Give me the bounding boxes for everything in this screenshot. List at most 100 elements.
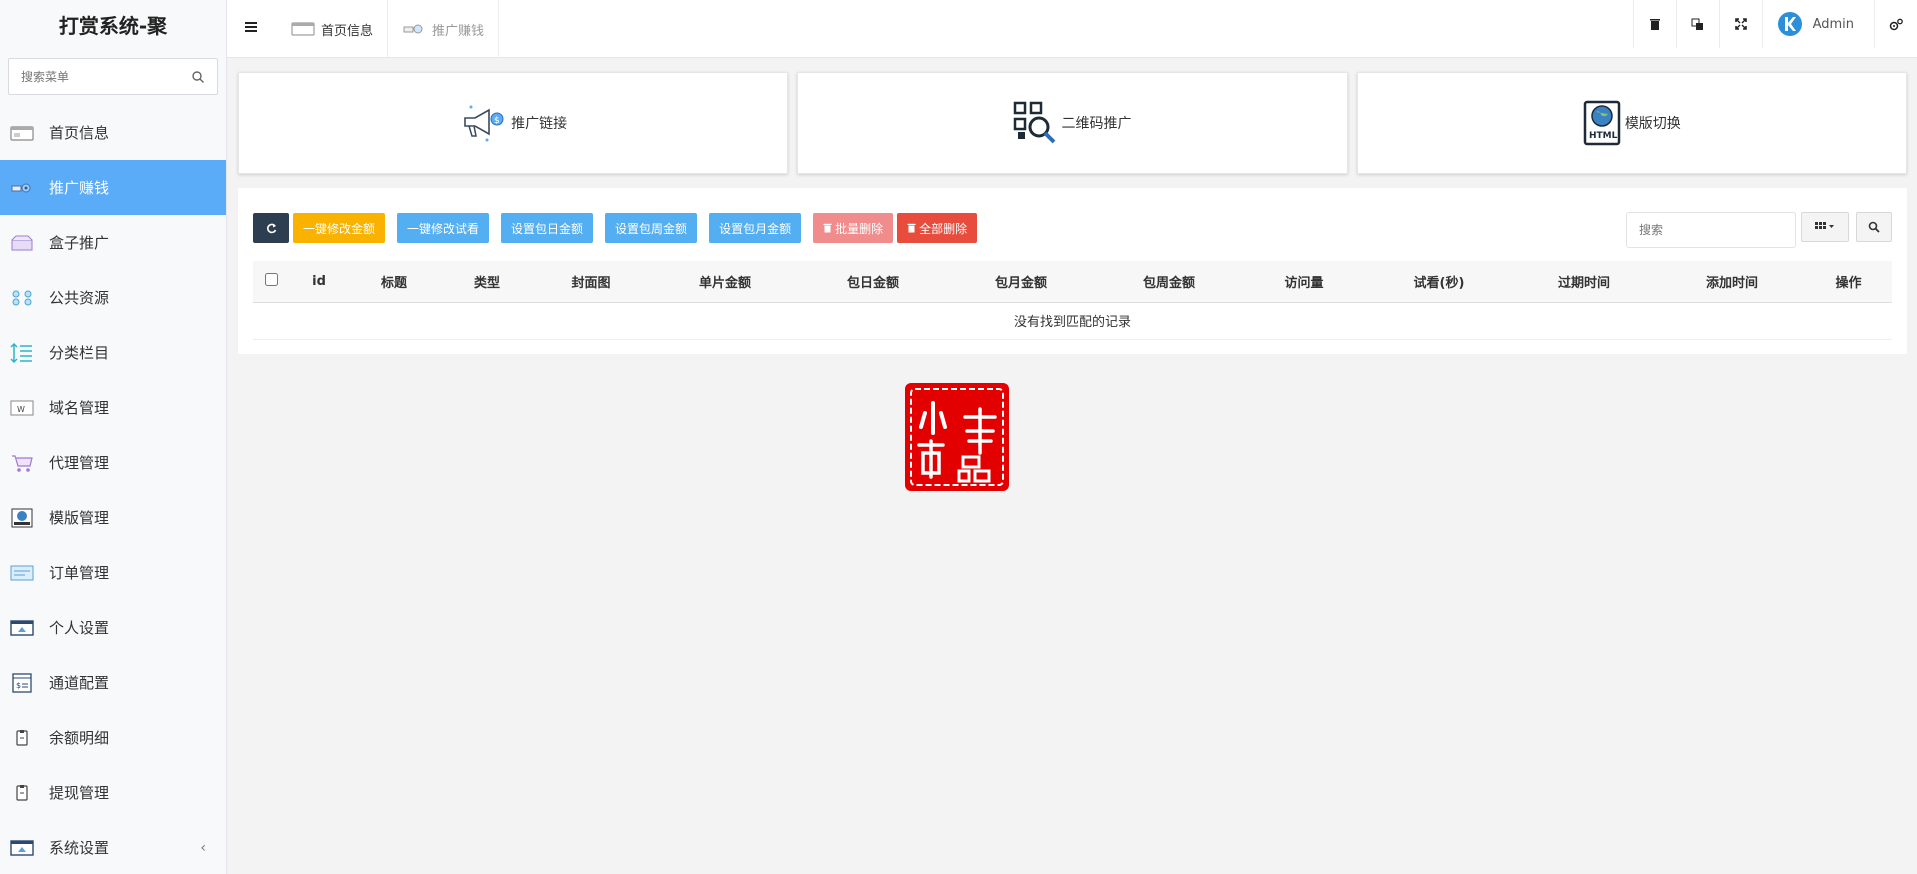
promo-icon [403, 24, 423, 34]
delete-all-button[interactable]: 全部删除 [897, 213, 978, 243]
box-icon [10, 233, 34, 253]
select-all-checkbox[interactable] [264, 272, 278, 286]
trash-icon [823, 223, 832, 233]
card-label: 模版切换 [1624, 116, 1681, 132]
refresh-button[interactable] [253, 213, 289, 243]
sidebar-item-channel[interactable]: $ 通道配置 [0, 655, 226, 710]
card-label: 二维码推广 [1061, 116, 1132, 132]
tab-label: 首页信息 [321, 23, 374, 39]
set-daily-amount-button[interactable]: 设置包日金额 [501, 213, 594, 243]
sidebar-item-agent[interactable]: 代理管理 [0, 435, 226, 490]
user-menu[interactable]: Admin [1761, 0, 1874, 48]
sidebar-item-resource[interactable]: 公共资源 [0, 270, 226, 325]
edit-amount-button[interactable]: 一键修改金额 [293, 213, 386, 243]
sidebar-item-label: 推广赚钱 [49, 179, 110, 197]
fullscreen-button[interactable] [1718, 0, 1762, 48]
profile-icon [10, 618, 34, 638]
card-template-switch[interactable]: HTML 模版切换 [1356, 72, 1907, 174]
sidebar-item-label: 余额明细 [49, 729, 110, 747]
sidebar-item-label: 首页信息 [49, 124, 110, 142]
column-header[interactable]: 添加时间 [1659, 261, 1805, 303]
trash-icon [907, 223, 916, 233]
clear-cache-button[interactable] [1632, 0, 1676, 48]
sidebar-item-box[interactable]: 盒子推广 [0, 215, 226, 270]
empty-message: 没有找到匹配的记录 [253, 302, 1892, 340]
promo-icon [10, 178, 34, 198]
menu-search[interactable] [8, 58, 218, 95]
column-header[interactable]: id [289, 261, 349, 303]
column-header[interactable]: 类型 [439, 261, 535, 303]
tab-label: 推广赚钱 [432, 23, 485, 39]
sidebar-item-label: 代理管理 [49, 454, 110, 472]
sort-icon [10, 342, 34, 363]
column-header[interactable]: 包周金额 [1099, 261, 1239, 303]
sidebar-item-balance[interactable]: 余额明细 [0, 710, 226, 765]
set-weekly-amount-button[interactable]: 设置包周金额 [605, 213, 698, 243]
column-header[interactable]: 单片金额 [647, 261, 803, 303]
search-icon[interactable] [191, 70, 205, 84]
column-header[interactable]: 包月金额 [943, 261, 1099, 303]
batch-delete-button[interactable]: 批量删除 [813, 213, 894, 243]
hamburger-menu-icon[interactable] [243, 19, 259, 35]
set-monthly-amount-button[interactable]: 设置包月金额 [709, 213, 802, 243]
edit-trial-button[interactable]: 一键修改试看 [397, 213, 490, 243]
column-header[interactable]: 包日金额 [803, 261, 943, 303]
column-header[interactable]: 试看(秒) [1369, 261, 1509, 303]
order-icon [10, 563, 34, 583]
skin-settings-button[interactable] [1874, 0, 1917, 48]
admin-name: Admin [1812, 16, 1854, 32]
data-table: id 标题 类型 封面图 单片金额 包日金额 包月金额 包周金额 访问量 试看(… [253, 261, 1892, 340]
column-header[interactable]: 过期时间 [1509, 261, 1659, 303]
chevron-left-icon[interactable]: ‹ [200, 840, 206, 856]
sidebar-item-order[interactable]: 订单管理 [0, 545, 226, 600]
sidebar-item-label: 通道配置 [49, 674, 110, 692]
topbar-actions: Admin [1632, 0, 1917, 48]
page-tabs: 首页信息 推广赚钱 [277, 0, 500, 58]
sidebar-item-label: 盒子推广 [49, 234, 110, 252]
grid-icon [1815, 222, 1834, 229]
menu-search-input[interactable] [21, 69, 191, 84]
sidebar-menu: 首页信息 推广赚钱 盒子推广 公共资源 分类栏目 W 域名管理 代理管理 模版管 [0, 105, 226, 874]
template-icon [10, 508, 34, 528]
svg-text:$: $ [494, 116, 500, 126]
tab-promote[interactable]: 推广赚钱 [388, 0, 500, 58]
brand-title: 打赏系统-聚 [58, 13, 168, 38]
balance-icon [10, 728, 34, 748]
settings-icon [10, 838, 34, 858]
language-button[interactable] [1675, 0, 1719, 48]
trash-icon [1649, 18, 1660, 30]
sidebar-item-profile[interactable]: 个人设置 [0, 600, 226, 655]
megaphone-icon: $ [464, 105, 504, 142]
sidebar-item-label: 分类栏目 [49, 344, 110, 362]
table-search-input[interactable] [1626, 212, 1796, 248]
channel-icon: $ [10, 672, 34, 693]
card-promo-link[interactable]: $ 推广链接 [238, 72, 789, 174]
sidebar-item-category[interactable]: 分类栏目 [0, 325, 226, 380]
column-header[interactable]: 封面图 [535, 261, 647, 303]
sidebar-item-label: 域名管理 [49, 399, 110, 417]
quick-cards: $ 推广链接 二维码推广 HTML 模版切换 [238, 72, 1907, 174]
card-qrcode[interactable]: 二维码推广 [797, 72, 1348, 174]
sidebar-item-template[interactable]: 模版管理 [0, 490, 226, 545]
select-all-cell [253, 261, 289, 303]
column-header[interactable]: 操作 [1805, 261, 1892, 303]
sidebar-item-label: 个人设置 [49, 619, 110, 637]
button-label: 批量删除 [835, 221, 884, 236]
sidebar-item-promote[interactable]: 推广赚钱 [0, 160, 226, 215]
sidebar-item-home[interactable]: 首页信息 [0, 105, 226, 160]
column-header[interactable]: 访问量 [1239, 261, 1369, 303]
sidebar-item-settings[interactable]: 系统设置 ‹ [0, 820, 226, 874]
sidebar-item-domain[interactable]: W 域名管理 [0, 380, 226, 435]
seal-stamp-logo [905, 383, 1009, 491]
search-button[interactable] [1856, 212, 1892, 242]
html-globe-icon: HTML [1583, 100, 1621, 146]
svg-text:$: $ [16, 681, 21, 690]
tab-home[interactable]: 首页信息 [277, 0, 389, 58]
sidebar-item-withdraw[interactable]: 提现管理 [0, 765, 226, 820]
columns-toggle-button[interactable] [1801, 212, 1849, 242]
cart-icon [10, 453, 34, 473]
table-toolbar: 一键修改金额 一键修改试看 设置包日金额 设置包周金额 设置包月金额 批量删除 … [253, 213, 989, 243]
column-header[interactable]: 标题 [349, 261, 439, 303]
sidebar: 打赏系统-聚 首页信息 推广赚钱 盒子推广 公共资源 分类栏目 W 域名管理 [0, 0, 227, 874]
resource-icon [10, 288, 34, 308]
